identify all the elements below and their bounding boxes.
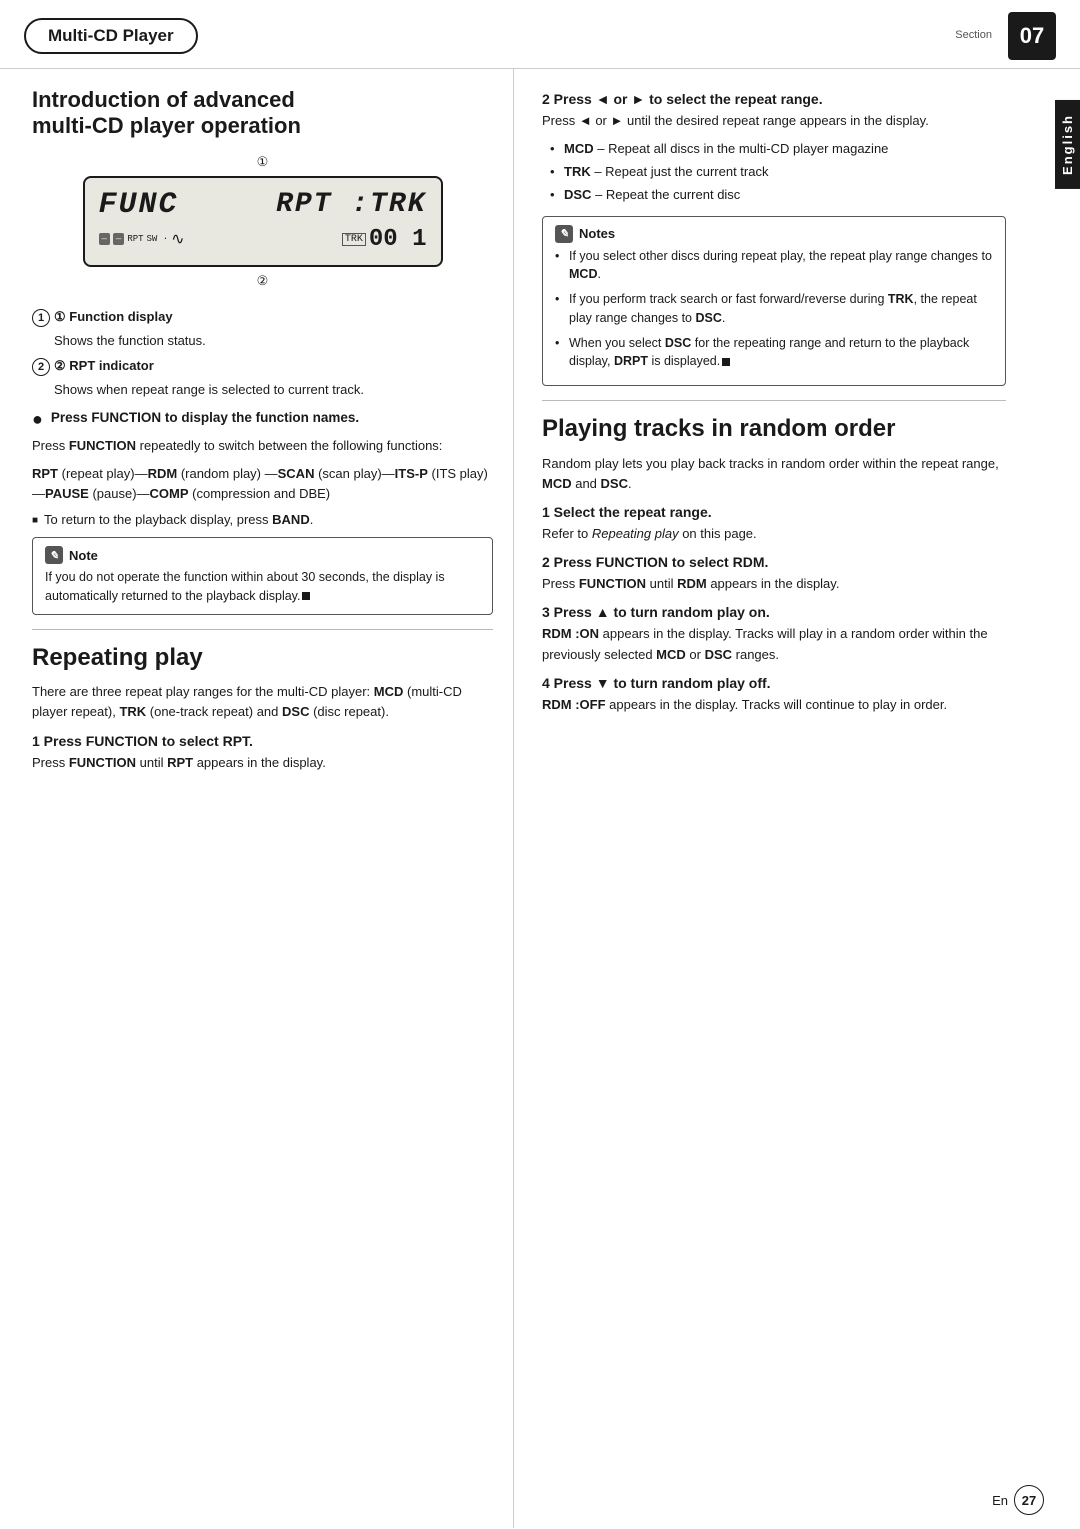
page-number-badge: 27: [1014, 1485, 1044, 1515]
intro-title: Introduction of advancedmulti-CD player …: [32, 87, 493, 140]
notes-list: If you select other discs during repeat …: [555, 247, 993, 372]
lcd-wave: ∿: [171, 229, 184, 249]
lcd-screen: FUNC RPT :TRK — — RPT SW · ∿ TRK 00 1: [83, 176, 443, 267]
step2-body: Press ◄ or ► until the desired repeat ra…: [542, 111, 1006, 131]
notes-header: ✎ Notes: [555, 225, 993, 243]
en-label: En: [992, 1493, 1008, 1508]
note-square: [302, 592, 310, 600]
sq-bullet-band: ■ To return to the playback display, pre…: [32, 512, 493, 527]
section-label: Section: [955, 29, 992, 42]
divider-2: [542, 400, 1006, 401]
random-step2-body: Press FUNCTION until RDM appears in the …: [542, 574, 1006, 594]
lcd-seg2: —: [113, 233, 124, 245]
step1-label: 1 Press FUNCTION to select RPT.: [32, 733, 253, 749]
lcd-bottom-row: — — RPT SW · ∿ TRK 00 1: [99, 226, 427, 253]
step2-heading: 2 Press ◄ or ► to select the repeat rang…: [542, 91, 1006, 107]
lcd-func-label: FUNC: [99, 188, 179, 222]
note-icon: ✎: [45, 546, 63, 564]
left-column: Introduction of advancedmulti-CD player …: [24, 69, 514, 1528]
random-step2-label: 2 Press FUNCTION to select RDM.: [542, 554, 768, 570]
lcd-right-section: TRK 00 1: [342, 226, 427, 253]
random-step4-label: 4 Press ▼ to turn random play off.: [542, 675, 771, 691]
notes-box: ✎ Notes If you select other discs during…: [542, 216, 1006, 387]
callout-1-body: Shows the function status.: [54, 331, 493, 351]
callout-1-number: 1: [32, 309, 50, 327]
note-item-1: If you select other discs during repeat …: [555, 247, 993, 285]
random-step1-heading: 1 Select the repeat range.: [542, 504, 1006, 520]
sq-bullet-text: To return to the playback display, press…: [44, 512, 313, 527]
note-label: Note: [69, 548, 98, 563]
notes-icon: ✎: [555, 225, 573, 243]
callout-1-label-line: 1 ① Function display: [32, 309, 493, 327]
random-step1-body: Refer to Repeating play on this page.: [542, 524, 1006, 544]
bullet-dot: ●: [32, 410, 43, 430]
note-text: If you do not operate the function withi…: [45, 568, 480, 606]
lcd-display-container: ① FUNC RPT :TRK — — RPT SW · ∿ TRK: [83, 154, 443, 289]
repeat-options-list: MCD – Repeat all discs in the multi-CD p…: [550, 139, 1006, 205]
language-label: English: [1055, 100, 1080, 189]
lcd-callout-2: ②: [83, 273, 443, 289]
lcd-trk-box: TRK: [342, 233, 366, 246]
note-header: ✎ Note: [45, 546, 480, 564]
bottom-bar: En 27: [0, 1485, 1080, 1515]
repeating-title: Repeating play: [32, 644, 493, 673]
step1-body: Press FUNCTION until RPT appears in the …: [32, 753, 493, 773]
random-step3-body: RDM :ON appears in the display. Tracks w…: [542, 624, 1006, 664]
lcd-bottom-left: — — RPT SW · ∿: [99, 229, 185, 249]
notes-label: Notes: [579, 226, 615, 241]
divider-1: [32, 629, 493, 630]
lcd-rpt-trk-label: RPT :TRK: [276, 189, 426, 220]
random-step1-label: 1 Select the repeat range.: [542, 504, 712, 520]
press-func-body2: RPT (repeat play)—RDM (random play) —SCA…: [32, 464, 493, 504]
press-function-heading: ● Press FUNCTION to display the function…: [32, 410, 493, 430]
sq-bullet-icon: ■: [32, 515, 38, 526]
note-item-3: When you select DSC for the repeating ra…: [555, 334, 993, 372]
note-3-square: [722, 358, 730, 366]
repeating-intro: There are three repeat play ranges for t…: [32, 682, 493, 722]
step2-label: 2 Press ◄ or ► to select the repeat rang…: [542, 91, 823, 107]
random-step3-label: 3 Press ▲ to turn random play on.: [542, 604, 770, 620]
header-badge: Multi-CD Player: [24, 18, 198, 54]
lcd-top-row: FUNC RPT :TRK: [99, 188, 427, 222]
right-column: 2 Press ◄ or ► to select the repeat rang…: [514, 69, 1056, 1528]
note-item-2: If you perform track search or fast forw…: [555, 290, 993, 328]
list-item-dsc: DSC – Repeat the current disc: [550, 185, 1006, 205]
press-func-body1: Press FUNCTION repeatedly to switch betw…: [32, 436, 493, 456]
lcd-seg1: —: [99, 233, 110, 245]
press-func-title: Press FUNCTION to display the function n…: [51, 410, 359, 425]
step1-heading: 1 Press FUNCTION to select RPT.: [32, 733, 493, 749]
lcd-rpt-small: RPT: [127, 234, 143, 244]
callout-2-body: Shows when repeat range is selected to c…: [54, 380, 493, 400]
lcd-callout-1: ①: [83, 154, 443, 170]
list-item-trk: TRK – Repeat just the current track: [550, 162, 1006, 182]
lcd-sw: SW ·: [147, 234, 169, 244]
section-info: Section 07: [955, 12, 1056, 60]
random-step3-heading: 3 Press ▲ to turn random play on.: [542, 604, 1006, 620]
callout-2-number: 2: [32, 358, 50, 376]
callout-2-title: ② RPT indicator: [54, 358, 154, 374]
callout-2-label-line: 2 ② RPT indicator: [32, 358, 493, 376]
top-bar: Multi-CD Player Section 07: [0, 0, 1080, 69]
callout-2-section: 2 ② RPT indicator Shows when repeat rang…: [32, 358, 493, 400]
callout-1-section: 1 ① Function display Shows the function …: [32, 309, 493, 351]
main-content: Introduction of advancedmulti-CD player …: [0, 69, 1080, 1528]
list-item-mcd: MCD – Repeat all discs in the multi-CD p…: [550, 139, 1006, 159]
random-intro: Random play lets you play back tracks in…: [542, 454, 1006, 494]
random-step4-heading: 4 Press ▼ to turn random play off.: [542, 675, 1006, 691]
random-step2-heading: 2 Press FUNCTION to select RDM.: [542, 554, 1006, 570]
section-number: 07: [1008, 12, 1056, 60]
random-step4-body: RDM :OFF appears in the display. Tracks …: [542, 695, 1006, 715]
lcd-digits: 00 1: [369, 226, 427, 253]
callout-1-title: ① Function display: [54, 309, 173, 325]
random-title: Playing tracks in random order: [542, 415, 1006, 444]
note-box: ✎ Note If you do not operate the functio…: [32, 537, 493, 615]
